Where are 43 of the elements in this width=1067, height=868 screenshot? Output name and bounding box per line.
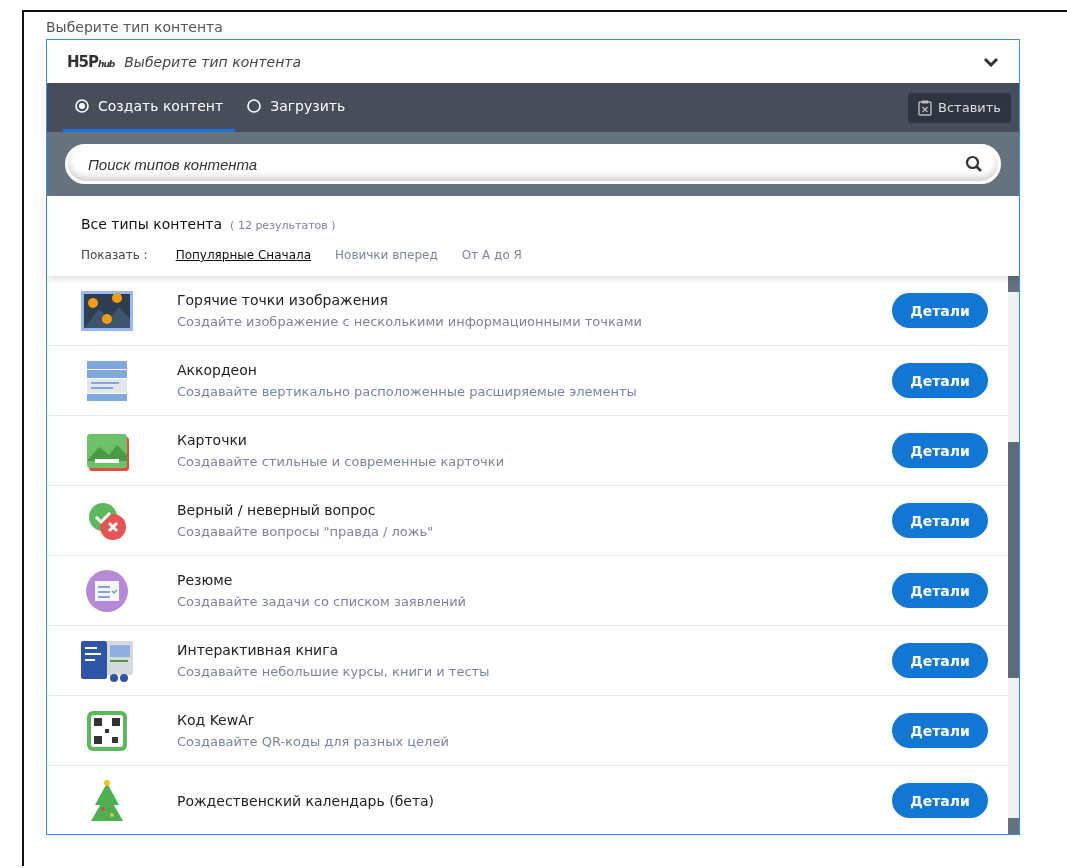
content-type-description: Создайте изображение с несколькими информационными точками [177, 314, 643, 329]
sort-label: Показать : [81, 248, 148, 262]
content-type-title: Горячие точки изображения [177, 292, 389, 308]
details-button[interactable]: Детали [892, 503, 988, 538]
hub-logo: H5Phub [67, 52, 115, 71]
scrollbar[interactable] [1008, 276, 1019, 834]
details-button[interactable]: Детали [892, 363, 988, 398]
clipboard-icon [918, 99, 933, 116]
content-type-icon [79, 288, 135, 333]
sort-option[interactable]: Новички вперед [335, 248, 438, 262]
content-type-description: Создавайте вертикально расположенные расширяемые элементы [177, 384, 638, 399]
content-type-title: Аккордеон [177, 362, 258, 378]
paste-button[interactable]: Вставить [908, 92, 1011, 123]
content-type-description: Создавайте стильные и современные карточки [177, 454, 506, 469]
details-button[interactable]: Детали [892, 293, 988, 328]
content-type-description: Создавайте задачи со списком заявлений [177, 594, 468, 609]
content-type-description: Создавайте вопросы "правда / ложь" [177, 524, 435, 539]
content-type-title: Верный / неверный вопрос [177, 502, 377, 518]
radio-icon [75, 99, 89, 113]
results-count: ( 12 результатов ) [230, 219, 336, 232]
content-type-title: Карточки [177, 432, 248, 448]
sort-option[interactable]: От А до Я [461, 248, 522, 262]
content-type-title: Резюме [177, 572, 234, 588]
content-type-description: Создавайте небольшие курсы, книги и тесты [177, 664, 491, 679]
details-button[interactable]: Детали [892, 783, 988, 818]
content-type-icon [79, 638, 135, 683]
radio-icon [247, 99, 262, 113]
field-label: Выберите тип контента [46, 19, 223, 35]
content-type-title: Интерактивная книга [177, 642, 340, 658]
search-icon[interactable] [965, 155, 983, 173]
chevron-icon[interactable] [983, 56, 999, 67]
hub-title: Выберите тип контента [124, 53, 303, 70]
details-button[interactable]: Детали [892, 573, 988, 608]
results-heading: Все типы контента [81, 216, 223, 232]
tab[interactable]: Загрузить [235, 83, 358, 132]
search-field[interactable]: Поиск типов контента [65, 144, 1001, 184]
details-button[interactable]: Детали [892, 643, 988, 678]
content-type-title: Рождественский календарь (бета) [177, 792, 436, 809]
details-button[interactable]: Детали [892, 713, 988, 748]
content-type-description: Создавайте QR-коды для разных целей [177, 734, 450, 749]
details-button[interactable]: Детали [892, 433, 988, 468]
sort-option[interactable]: Популярные Сначала [175, 248, 311, 262]
content-type-title: Код KewAr [177, 712, 255, 728]
